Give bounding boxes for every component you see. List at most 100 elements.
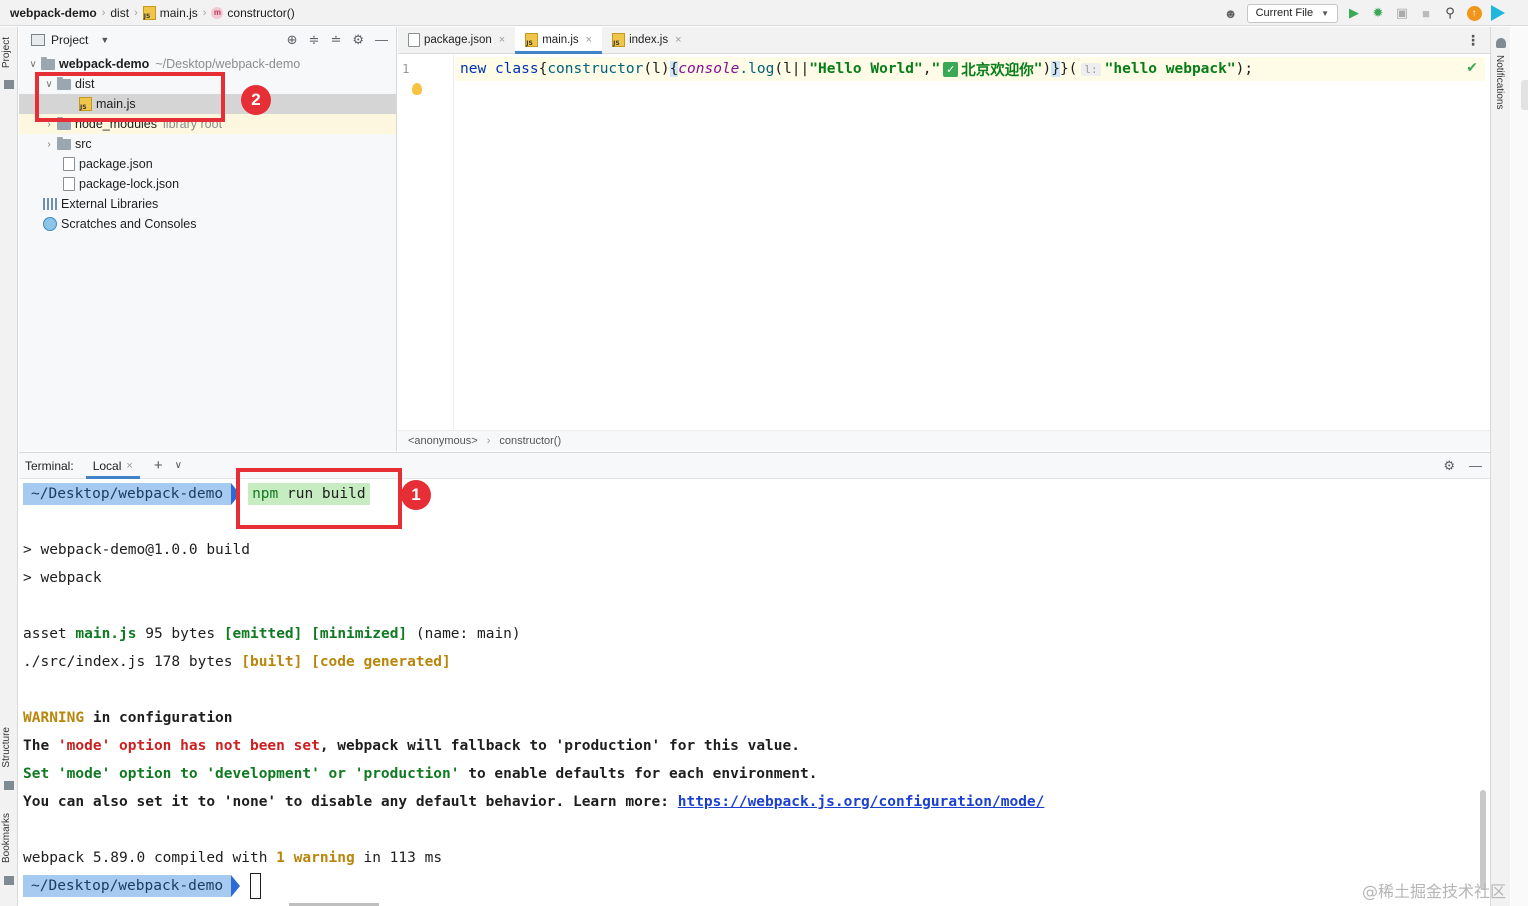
annotation-box-2 <box>35 72 225 122</box>
run-configuration-select[interactable]: Current File ▼ <box>1246 3 1338 23</box>
collapse-all-icon[interactable]: ≐ <box>330 32 341 48</box>
minimize-icon[interactable]: — <box>1469 458 1482 474</box>
text: (name: main) <box>407 626 521 642</box>
close-icon[interactable]: × <box>126 460 132 472</box>
chevron-down-icon[interactable]: ∨ <box>175 460 182 471</box>
chevron-down-icon[interactable]: ▼ <box>100 35 109 45</box>
side-handle[interactable] <box>1521 80 1528 110</box>
token-method: .log <box>739 61 775 77</box>
tree-item-package-lock[interactable]: package-lock.json <box>19 174 396 194</box>
tab-index-js[interactable]: index.js × <box>602 27 691 53</box>
run-icon[interactable]: ▶ <box>1346 5 1362 21</box>
update-icon[interactable]: ↑ <box>1466 5 1482 21</box>
close-icon[interactable]: × <box>586 34 592 46</box>
locate-icon[interactable]: ⊕ <box>287 32 298 48</box>
window-edge <box>1511 27 1528 906</box>
text-green: Set 'mode' option to 'development' or 'p… <box>23 766 460 782</box>
tag-code-generated: [code generated] <box>311 654 451 670</box>
structure-tool-button[interactable]: Structure <box>1 727 12 768</box>
breadcrumb-dist[interactable]: dist <box>110 6 129 20</box>
breadcrumb-main-js[interactable]: main.js <box>142 5 198 20</box>
minimize-icon[interactable]: — <box>375 32 388 48</box>
token-keyword: new <box>460 61 487 77</box>
chevron-down-icon[interactable]: ∨ <box>25 59 41 70</box>
tab-label: index.js <box>629 34 669 46</box>
breadcrumb-label: constructor() <box>227 5 295 20</box>
close-icon[interactable]: × <box>499 34 505 46</box>
close-icon[interactable]: × <box>675 34 681 46</box>
tree-item-path: ~/Desktop/webpack-demo <box>155 57 301 71</box>
bookmarks-tool-button[interactable]: Bookmarks <box>1 813 12 863</box>
line-number: 1 <box>402 61 410 76</box>
code-editor[interactable]: new class { constructor ( l ) { console … <box>455 55 1490 429</box>
json-file-icon <box>63 177 75 191</box>
library-icon <box>43 198 57 210</box>
user-icon[interactable]: ☻ <box>1223 5 1239 21</box>
editor-breadcrumb-anonymous[interactable]: <anonymous> <box>408 435 478 447</box>
method-icon: m <box>211 6 224 19</box>
ide-logo-icon[interactable] <box>1490 5 1506 21</box>
add-terminal-icon[interactable]: + <box>154 457 163 474</box>
annotation-badge-2: 2 <box>241 85 271 115</box>
chevron-right-icon[interactable]: › <box>41 139 57 150</box>
text: ./src/index.js 178 bytes <box>23 654 242 670</box>
editor-breadcrumb-constructor[interactable]: constructor() <box>499 435 561 447</box>
token-paren: ( <box>643 61 653 77</box>
scratches-icon <box>43 217 57 231</box>
code-line[interactable]: new class { constructor ( l ) { console … <box>455 57 1485 81</box>
token-paren: ( <box>1068 61 1078 77</box>
breadcrumb-constructor[interactable]: m constructor() <box>211 5 295 20</box>
tree-item-package-json[interactable]: package.json <box>19 154 396 174</box>
docs-link[interactable]: https://webpack.js.org/configuration/mod… <box>678 794 1045 810</box>
project-view-label[interactable]: Project <box>51 33 88 47</box>
stop-icon[interactable]: ■ <box>1418 5 1434 21</box>
tree-item-root[interactable]: ∨ webpack-demo ~/Desktop/webpack-demo <box>19 54 396 74</box>
tree-item-scratches[interactable]: Scratches and Consoles <box>19 214 396 234</box>
terminal-prompt-line: ~/Desktop/webpack-demo <box>23 873 262 899</box>
js-file-icon <box>142 5 156 20</box>
search-icon[interactable]: ⚲ <box>1442 5 1458 21</box>
coverage-icon[interactable]: ▣ <box>1394 5 1410 21</box>
breadcrumb: webpack-demo › dist › main.js › mconstru… <box>0 5 295 20</box>
debug-icon[interactable]: ✹ <box>1370 5 1386 21</box>
token-string: " <box>1033 61 1043 77</box>
text: You can also set it to 'none' to disable… <box>23 794 678 810</box>
js-file-icon <box>525 33 539 47</box>
text: The <box>23 738 58 754</box>
terminal-line: > webpack-demo@1.0.0 build <box>23 542 250 558</box>
toolbar: ☻ Current File ▼ ▶ ✹ ▣ ■ ⚲ ↑ <box>1223 0 1528 26</box>
tree-item-src[interactable]: › src <box>19 134 396 154</box>
tab-label: package.json <box>424 34 492 46</box>
asset-name: main.js <box>75 626 137 642</box>
tree-item-label: package.json <box>79 157 153 171</box>
terminal-line-warning: WARNING in configuration <box>23 707 233 729</box>
token-string: "Hello World" <box>809 61 923 77</box>
breadcrumb-label: main.js <box>159 5 198 20</box>
tab-main-js[interactable]: main.js × <box>515 27 603 54</box>
breadcrumb-project[interactable]: webpack-demo <box>10 6 97 20</box>
gear-icon[interactable]: ⚙ <box>352 32 364 48</box>
terminal-output[interactable]: ~/Desktop/webpack-demo npm run build > w… <box>19 480 1490 906</box>
expand-all-icon[interactable]: ≑ <box>309 32 320 48</box>
warning-label: WARNING <box>23 710 85 726</box>
chevron-down-icon: ▼ <box>1321 8 1329 18</box>
terminal-cursor[interactable] <box>250 873 262 899</box>
tag-built: [built] <box>241 654 303 670</box>
terminal-tab-local[interactable]: Local × <box>85 452 140 479</box>
lightbulb-icon[interactable] <box>412 83 422 95</box>
notifications-tool-button[interactable]: Notifications <box>1494 55 1505 109</box>
token-function: constructor <box>547 61 644 77</box>
gear-icon[interactable]: ⚙ <box>1443 458 1455 474</box>
more-icon[interactable]: ⋮ <box>1466 32 1480 49</box>
text: asset <box>23 626 76 642</box>
inspection-ok-icon[interactable]: ✔ <box>1466 59 1478 76</box>
folder-icon <box>57 136 71 150</box>
tab-package-json[interactable]: package.json × <box>398 27 515 53</box>
tree-item-external-libraries[interactable]: External Libraries <box>19 194 396 214</box>
json-file-icon <box>63 157 75 171</box>
text: 95 bytes <box>136 626 224 642</box>
tag-minimized: [minimized] <box>311 626 408 642</box>
terminal-scrollbar[interactable] <box>1480 790 1486 890</box>
project-tool-button[interactable]: Project <box>1 37 12 68</box>
bell-icon[interactable] <box>1496 38 1506 48</box>
